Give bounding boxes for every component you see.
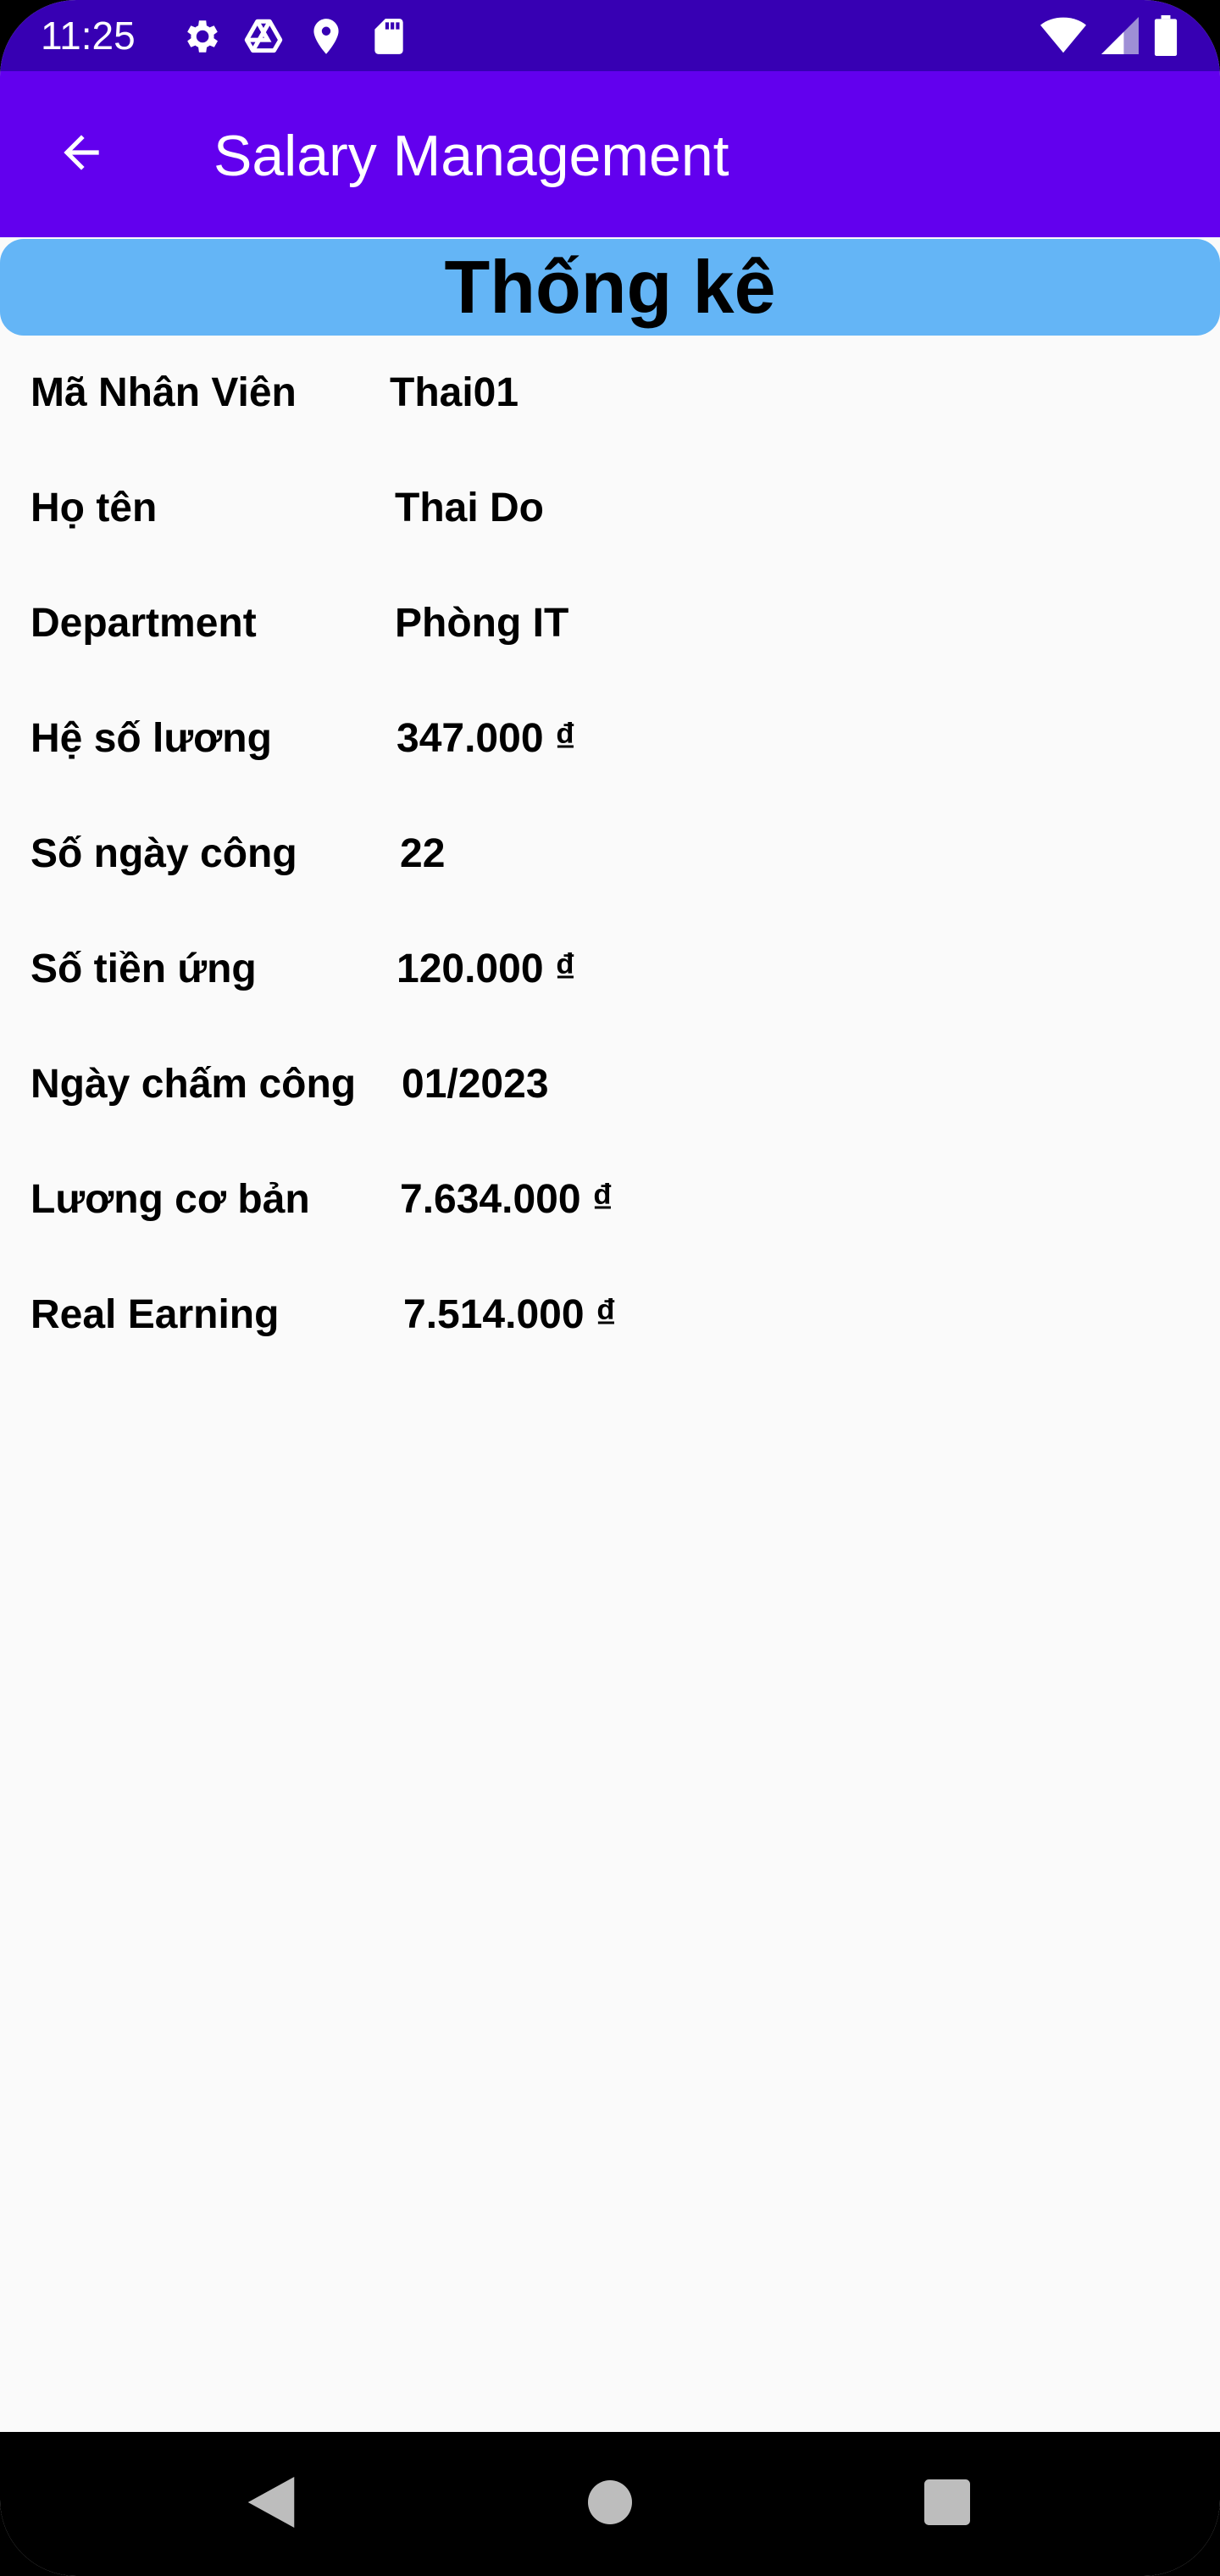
app-title: Salary Management	[214, 124, 729, 188]
field-value: Thai01	[390, 370, 519, 415]
field-value: Phòng IT	[395, 601, 569, 646]
back-button[interactable]	[47, 120, 115, 188]
info-row-department: Department Phòng IT	[30, 569, 1183, 685]
field-label: Số tiền ứng	[30, 947, 257, 991]
nav-home-button[interactable]	[542, 2432, 678, 2576]
recents-square-icon	[924, 2479, 970, 2529]
status-time: 11:25	[41, 14, 136, 58]
app-bar: Salary Management	[0, 71, 1220, 237]
status-bar: 11:25	[0, 0, 1220, 71]
status-notification-icons	[180, 15, 410, 58]
sd-card-icon	[368, 15, 410, 58]
field-value: 7.514.000 ₫	[403, 1292, 617, 1337]
drive-icon	[242, 15, 285, 58]
home-circle-icon	[588, 2479, 632, 2529]
info-row-salary-coefficient: Hệ số lương 347.000 ₫	[30, 685, 1183, 800]
nav-recents-button[interactable]	[879, 2432, 1015, 2576]
system-nav-bar	[0, 2432, 1220, 2576]
nav-back-button[interactable]	[203, 2432, 339, 2576]
info-row-real-earning: Real Earning 7.514.000 ₫	[30, 1261, 1183, 1376]
info-row-base-salary: Lương cơ bản 7.634.000 ₫	[30, 1146, 1183, 1261]
field-value: 22	[400, 831, 446, 876]
wifi-icon	[1040, 16, 1086, 55]
field-label: Ngày chấm công	[30, 1062, 357, 1107]
battery-icon	[1154, 15, 1178, 56]
field-label: Real Earning	[30, 1292, 280, 1337]
signal-icon	[1101, 16, 1139, 55]
arrow-back-icon	[55, 126, 108, 183]
info-row-full-name: Họ tên Thai Do	[30, 454, 1183, 569]
field-value: 01/2023	[402, 1062, 549, 1107]
field-label: Lương cơ bản	[30, 1177, 310, 1222]
info-row-employee-id: Mã Nhân Viên Thai01	[30, 339, 1183, 454]
phone-screen: 11:25 Salary Management Thống kê Mã Nhân…	[0, 0, 1220, 2576]
field-label: Mã Nhân Viên	[30, 370, 297, 415]
employee-info-list: Mã Nhân Viên Thai01 Họ tên Thai Do Depar…	[30, 339, 1183, 1376]
field-value: 120.000 ₫	[396, 947, 576, 991]
info-row-timesheet-date: Ngày chấm công 01/2023	[30, 1030, 1183, 1146]
field-value: Thai Do	[395, 486, 544, 530]
location-icon	[305, 15, 347, 58]
field-label: Số ngày công	[30, 831, 297, 876]
field-label: Họ tên	[30, 486, 158, 530]
field-label: Department	[30, 601, 257, 646]
info-row-advance-amount: Số tiền ứng 120.000 ₫	[30, 915, 1183, 1030]
page-title: Thống kê	[444, 245, 776, 329]
statistics-banner: Thống kê	[0, 239, 1220, 336]
field-label: Hệ số lương	[30, 716, 272, 761]
back-triangle-icon	[247, 2476, 295, 2532]
info-row-work-days: Số ngày công 22	[30, 800, 1183, 915]
field-value: 7.634.000 ₫	[400, 1177, 613, 1222]
settings-icon	[180, 15, 222, 58]
field-value: 347.000 ₫	[396, 716, 576, 761]
status-system-icons	[1040, 15, 1178, 56]
